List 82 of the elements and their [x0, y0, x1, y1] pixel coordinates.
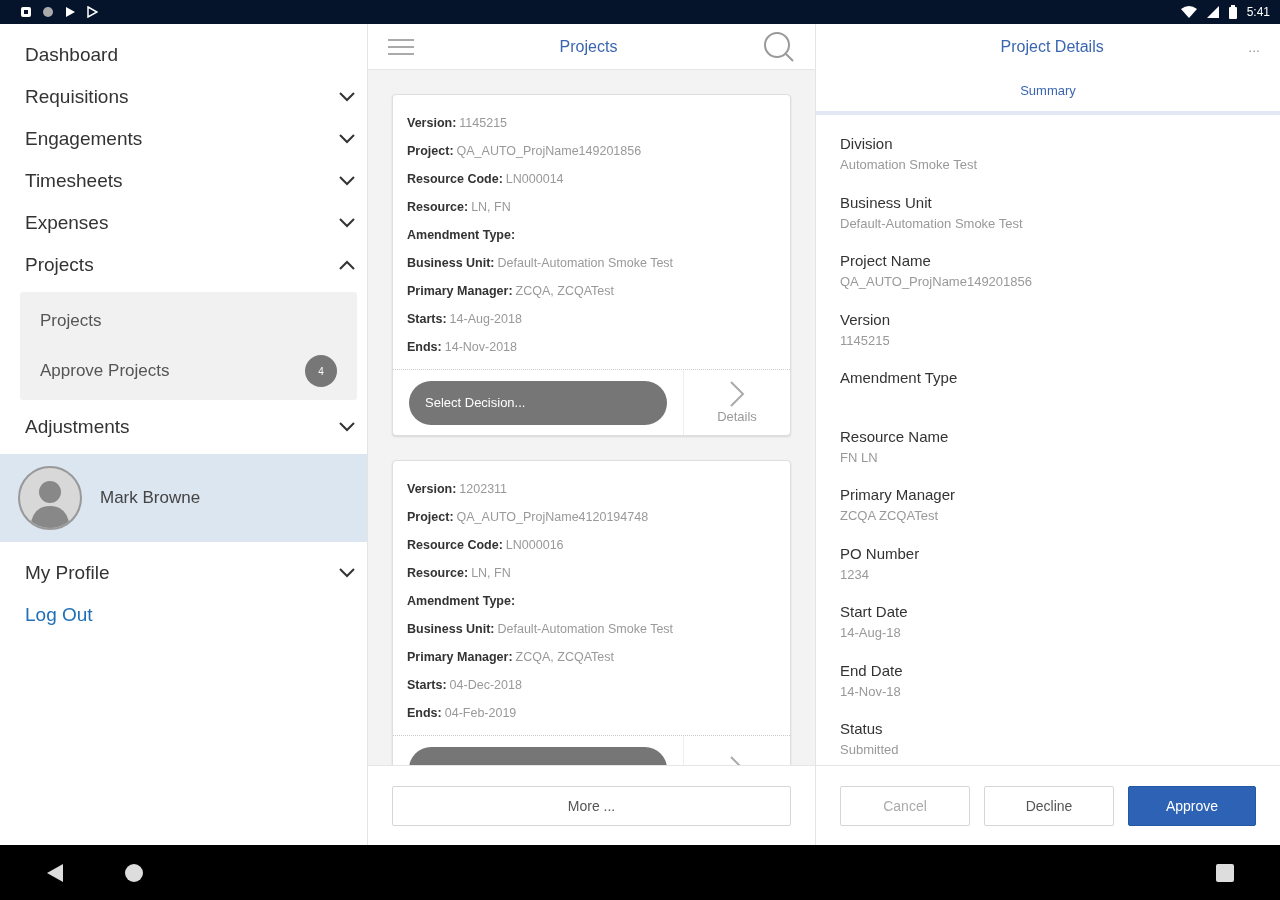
- menu-icon[interactable]: [388, 37, 414, 56]
- field-value: Submitted: [840, 742, 900, 757]
- chevron-right-icon: [729, 381, 745, 407]
- recents-icon[interactable]: [1216, 863, 1234, 882]
- back-icon[interactable]: [46, 862, 64, 883]
- action-button[interactable]: Decline: [984, 785, 1114, 826]
- card-field: Business Unit: Default-Automation Smoke Test: [407, 249, 776, 277]
- field-label: Resource Name: [840, 427, 950, 445]
- chevron-down-icon: [339, 92, 355, 102]
- card-field: Amendment Type:: [407, 587, 776, 615]
- card-field: Resource: LN, FN: [407, 559, 776, 587]
- card-field: Ends: 14-Nov-2018: [407, 333, 776, 361]
- clock-time: 5:41: [1246, 5, 1270, 19]
- decision-dropdown[interactable]: Select Decision...: [409, 380, 667, 425]
- menu-item[interactable]: Adjustments: [0, 406, 367, 448]
- signal-icon: [1206, 6, 1219, 18]
- avatar-silhouette-icon: [18, 466, 82, 530]
- count-badge: 4: [305, 355, 337, 387]
- chevron-down-icon: [339, 218, 355, 228]
- field-value: Automation Smoke Test: [840, 157, 979, 172]
- card-field: Ends: 04-Feb-2019: [407, 699, 776, 727]
- card-field: Resource Code: LN000016: [407, 531, 776, 559]
- user-name: Mark Browne: [100, 488, 201, 508]
- card-field: Business Unit: Default-Automation Smoke Test: [407, 615, 776, 643]
- field-label: Amendment Type: [840, 369, 959, 386]
- action-button[interactable]: Approve: [1128, 785, 1256, 826]
- chevron-down-icon: [339, 176, 355, 186]
- menu-item[interactable]: Engagements: [0, 118, 367, 160]
- play-icon: [86, 6, 98, 18]
- more-button[interactable]: More ...: [392, 785, 791, 826]
- card-field: Project: QA_AUTO_ProjName4120194748: [407, 503, 776, 531]
- pane-title: Projects: [559, 37, 618, 56]
- field-value: QA_AUTO_ProjName149201856: [840, 274, 1033, 289]
- menu-item[interactable]: Timesheets: [0, 160, 367, 202]
- menu-item[interactable]: Projects: [0, 244, 367, 286]
- field-label: Primary Manager: [840, 486, 957, 503]
- card-field: Resource Code: LN000014: [407, 165, 776, 193]
- submenu-item[interactable]: Approve Projects 4: [20, 346, 357, 396]
- field-label: Version: [840, 310, 892, 328]
- menu-item[interactable]: Requisitions: [0, 76, 367, 118]
- chevron-down-icon: [339, 134, 355, 144]
- card-field: Starts: 14-Aug-2018: [407, 305, 776, 333]
- field-label: Division: [840, 135, 894, 152]
- field-value: 1145215: [840, 332, 891, 348]
- field-value: Default-Automation Smoke Test: [840, 215, 1024, 231]
- field-label: End Date: [840, 661, 904, 679]
- card-field: Starts: 04-Dec-2018: [407, 671, 776, 699]
- home-icon[interactable]: [124, 862, 144, 883]
- field-label: PO Number: [840, 544, 921, 562]
- pane-title: Project Details: [1000, 38, 1104, 56]
- field-value: 14-Aug-18: [840, 625, 902, 640]
- tab[interactable]: Summary: [816, 70, 1280, 115]
- wifi-icon: [1180, 6, 1197, 18]
- card-field: Version: 1145215: [407, 109, 776, 137]
- submenu-item[interactable]: Projects: [20, 296, 357, 346]
- play-icon: [64, 6, 76, 18]
- card-field: Project: QA_AUTO_ProjName149201856: [407, 137, 776, 165]
- field-value: 1234: [840, 566, 870, 582]
- field-label: Business Unit: [840, 193, 933, 211]
- logout-link[interactable]: Log Out: [0, 594, 367, 636]
- field-value: ZCQA ZCQATest: [840, 508, 939, 523]
- menu-item[interactable]: My Profile: [0, 552, 367, 594]
- field-value: FN LN: [840, 449, 879, 465]
- chevron-down-icon: [339, 568, 355, 578]
- battery-icon: [1228, 5, 1237, 19]
- card-field: Primary Manager: ZCQA, ZCQATest: [407, 277, 776, 305]
- card-field: Resource: LN, FN: [407, 193, 776, 221]
- field-label: Status: [840, 720, 884, 737]
- chevron-up-icon: [339, 260, 355, 270]
- menu-item[interactable]: Dashboard: [0, 34, 367, 76]
- search-icon[interactable]: [763, 30, 795, 63]
- field-label: Start Date: [840, 603, 909, 620]
- user-profile-row[interactable]: Mark Browne: [0, 454, 367, 542]
- card-field: Version: 1202311: [407, 475, 776, 503]
- field-value: 14-Nov-18: [840, 683, 902, 699]
- menu-item[interactable]: Expenses: [0, 202, 367, 244]
- chevron-down-icon: [339, 422, 355, 432]
- circle-icon: [42, 6, 54, 18]
- card-field: Amendment Type:: [407, 221, 776, 249]
- notification-icon: [20, 6, 32, 18]
- card-field: Primary Manager: ZCQA, ZCQATest: [407, 643, 776, 671]
- field-label: Project Name: [840, 252, 932, 269]
